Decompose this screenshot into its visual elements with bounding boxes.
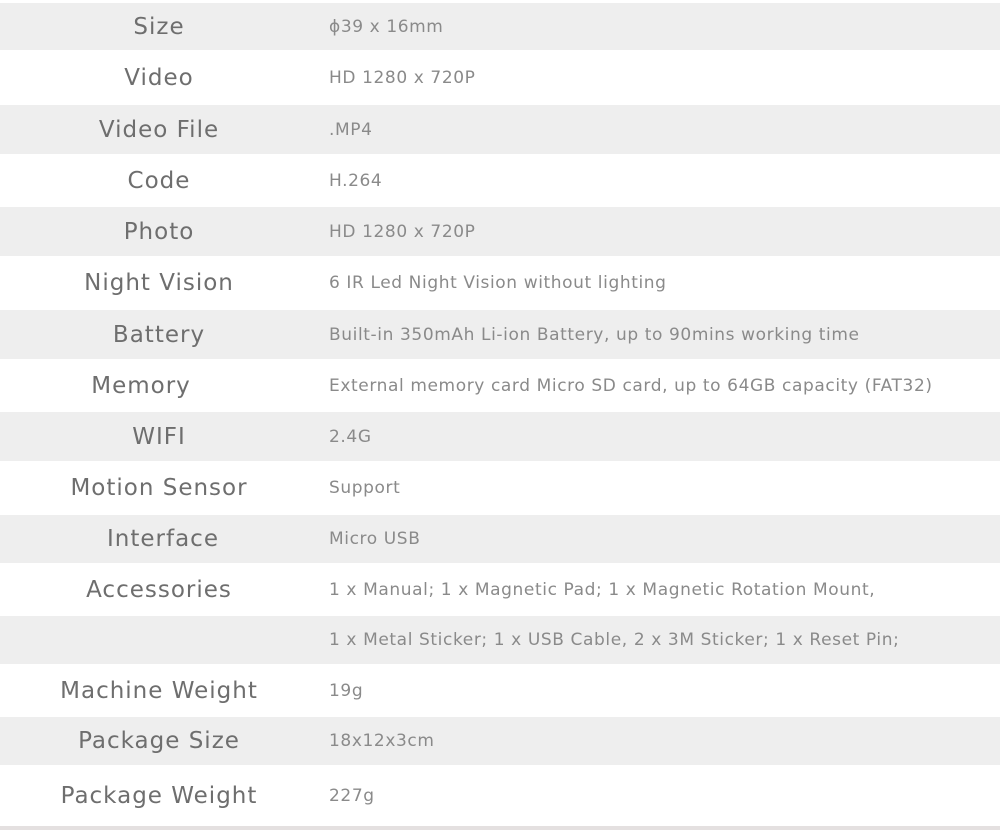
spec-value: 19g xyxy=(329,680,364,701)
spec-label: WIFI xyxy=(132,423,186,450)
bottom-divider xyxy=(0,826,1000,830)
spec-row-machine-weight: Machine Weight 19g xyxy=(0,664,1000,717)
spec-row-photo: Photo HD 1280 x 720P xyxy=(0,207,1000,256)
spec-value: Built-in 350mAh Li-ion Battery, up to 90… xyxy=(329,324,860,345)
spec-value: 1 x Manual; 1 x Magnetic Pad; 1 x Magnet… xyxy=(329,579,876,600)
spec-row-video: Video HD 1280 x 720P xyxy=(0,50,1000,105)
spec-label: Machine Weight xyxy=(60,677,258,704)
spec-value: Support xyxy=(329,478,401,498)
spec-value: External memory card Micro SD card, up t… xyxy=(329,375,933,396)
spec-label: Size xyxy=(133,13,185,40)
spec-label: Package Weight xyxy=(60,782,258,809)
spec-label: Memory xyxy=(91,372,191,399)
spec-row-interface: Interface Micro USB xyxy=(0,515,1000,563)
spec-value: .MP4 xyxy=(329,119,373,140)
spec-row-accessories-continued: 1 x Metal Sticker; 1 x USB Cable, 2 x 3M… xyxy=(0,616,1000,664)
spec-row-size: Size ϕ39 x 16mm xyxy=(0,3,1000,50)
spec-value: 1 x Metal Sticker; 1 x USB Cable, 2 x 3M… xyxy=(329,630,900,650)
spec-value: HD 1280 x 720P xyxy=(329,67,476,88)
spec-label: Battery xyxy=(112,321,206,348)
spec-label: Motion Sensor xyxy=(70,475,248,501)
spec-label: Interface xyxy=(107,526,219,552)
spec-row-video-file: Video File .MP4 xyxy=(0,105,1000,154)
spec-row-package-size: Package Size 18x12x3cm xyxy=(0,717,1000,765)
spec-label: Photo xyxy=(123,218,195,245)
spec-value: 227g xyxy=(329,785,375,806)
spec-value: ϕ39 x 16mm xyxy=(329,16,444,37)
spec-label: Code xyxy=(127,167,191,194)
spec-value: 6 IR Led Night Vision without lighting xyxy=(329,273,667,293)
spec-row-package-weight: Package Weight 227g xyxy=(0,765,1000,826)
spec-row-wifi: WIFI 2.4G xyxy=(0,412,1000,461)
spec-label: Accessories xyxy=(86,576,232,603)
spec-row-night-vision: Night Vision 6 IR Led Night Vision witho… xyxy=(0,256,1000,310)
spec-value: 2.4G xyxy=(329,426,372,447)
spec-row-accessories: Accessories 1 x Manual; 1 x Magnetic Pad… xyxy=(0,563,1000,616)
spec-row-code: Code H.264 xyxy=(0,154,1000,207)
spec-value: 18x12x3cm xyxy=(329,731,435,751)
spec-label: Video xyxy=(124,64,194,91)
spec-value: Micro USB xyxy=(329,529,421,549)
spec-label: Video File xyxy=(98,116,220,143)
spec-value: H.264 xyxy=(329,170,383,191)
spec-value: HD 1280 x 720P xyxy=(329,221,476,242)
spec-label: Night Vision xyxy=(84,270,234,296)
spec-row-memory: Memory External memory card Micro SD car… xyxy=(0,359,1000,412)
spec-row-battery: Battery Built-in 350mAh Li-ion Battery, … xyxy=(0,310,1000,359)
spec-label: Package Size xyxy=(78,728,240,754)
spec-row-motion-sensor: Motion Sensor Support xyxy=(0,461,1000,515)
